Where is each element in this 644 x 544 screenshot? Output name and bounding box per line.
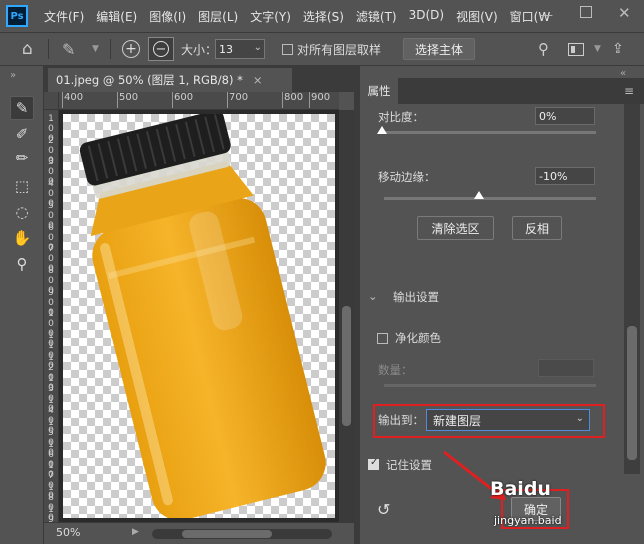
- share-icon[interactable]: ⇪: [612, 33, 624, 65]
- size-value: 13: [219, 42, 233, 56]
- output-settings-heading[interactable]: 输出设置: [393, 289, 439, 305]
- ruler-label: 800: [282, 92, 303, 108]
- menu-select[interactable]: 选择(S): [297, 8, 350, 25]
- workspace-icon[interactable]: [568, 43, 584, 56]
- document-tab-bar: 01.jpeg @ 50% (图层 1, RGB/8) * ×: [44, 66, 354, 92]
- remember-settings-checkbox[interactable]: [368, 457, 379, 470]
- menu-bar: Ps 文件(F) 编辑(E) 图像(I) 图层(L) 文字(Y) 选择(S) 滤…: [0, 0, 644, 32]
- contrast-value: 0%: [539, 109, 557, 123]
- status-bar: 50% ▶: [44, 522, 354, 544]
- shift-edge-slider[interactable]: [384, 197, 596, 200]
- tools-panel: » ✎ ✐ ✏ ⬚ ◌ ✋ ⚲: [0, 66, 44, 544]
- amount-input: [538, 359, 594, 377]
- canvas-vertical-scrollbar[interactable]: [339, 110, 354, 522]
- ruler-label: 1 9 0 0: [48, 504, 54, 522]
- invert-button[interactable]: 反相: [512, 216, 562, 240]
- menu-items: 文件(F) 编辑(E) 图像(I) 图层(L) 文字(Y) 选择(S) 滤镜(T…: [38, 8, 556, 25]
- shift-edge-label: 移动边缘：: [378, 170, 436, 184]
- reset-icon[interactable]: ↺: [377, 500, 390, 519]
- maximize-icon[interactable]: [580, 6, 592, 18]
- sample-all-layers-label: 对所有图层取样: [297, 42, 382, 57]
- horizontal-ruler: 400 500 600 700 800 900: [59, 92, 339, 110]
- home-icon[interactable]: ⌂: [22, 33, 33, 65]
- hand-tool-icon[interactable]: ✋: [10, 226, 34, 250]
- size-input[interactable]: 13 ⌄: [215, 39, 265, 59]
- sample-all-layers-checkbox[interactable]: [282, 44, 293, 55]
- shift-edge-input[interactable]: -10%: [535, 167, 595, 185]
- menu-layer[interactable]: 图层(L): [192, 8, 244, 25]
- canvas-horizontal-scrollbar[interactable]: [152, 529, 332, 539]
- menu-file[interactable]: 文件(F): [38, 8, 90, 25]
- add-to-selection-icon[interactable]: +: [122, 40, 140, 58]
- menu-3d[interactable]: 3D(D): [403, 8, 450, 25]
- scrollbar-thumb[interactable]: [627, 326, 637, 460]
- photoshop-logo-icon: Ps: [6, 5, 28, 27]
- zoom-tool-icon[interactable]: ⚲: [10, 252, 34, 276]
- subtract-from-selection-button[interactable]: −: [148, 37, 174, 61]
- transparent-canvas[interactable]: [63, 114, 335, 518]
- annotation-highlight-box: [373, 404, 605, 438]
- chevron-down-icon[interactable]: ⌄: [254, 42, 262, 53]
- menu-type[interactable]: 文字(Y): [244, 8, 297, 25]
- collapse-icon[interactable]: »: [10, 70, 16, 81]
- ruler-label: 900: [309, 92, 330, 108]
- document-tab[interactable]: 01.jpeg @ 50% (图层 1, RGB/8) * ×: [48, 68, 292, 92]
- search-icon[interactable]: ⚲: [538, 33, 549, 65]
- divider: [48, 39, 49, 59]
- document-tab-title: 01.jpeg @ 50% (图层 1, RGB/8) *: [56, 73, 243, 87]
- ruler-label: 400: [62, 92, 83, 108]
- tab-properties[interactable]: 属性: [360, 78, 398, 104]
- chevron-down-icon[interactable]: ▼: [92, 33, 99, 65]
- contrast-slider[interactable]: [380, 131, 596, 134]
- decontaminate-colors-label: 净化颜色: [395, 331, 441, 345]
- amount-label: 数量：: [378, 363, 413, 377]
- size-label: 大小：: [181, 42, 218, 57]
- contrast-slider-thumb[interactable]: [377, 126, 387, 134]
- menu-filter[interactable]: 滤镜(T): [350, 8, 403, 25]
- quick-selection-tool-icon[interactable]: ✎: [10, 96, 34, 120]
- chevron-down-icon[interactable]: ⌄: [368, 289, 378, 303]
- panel-tab-bar: 属性 ≡: [360, 78, 644, 104]
- brush-tool-icon[interactable]: ✏: [10, 146, 34, 170]
- ruler-label: 600: [172, 92, 193, 108]
- shift-edge-value: -10%: [539, 169, 568, 183]
- shift-edge-slider-thumb[interactable]: [474, 191, 485, 199]
- scrollbar-thumb[interactable]: [342, 306, 351, 426]
- vertical-ruler: 1 0 02 0 03 0 04 0 05 0 06 0 07 0 08 0 0…: [44, 110, 59, 522]
- ruler-corner: [44, 92, 59, 110]
- remember-settings-label: 记住设置: [386, 458, 432, 472]
- options-bar: ⌂ ✎ ▼ + − 大小： 13 ⌄ 对所有图层取样 选择主体 ⚲ ▼ ⇪: [0, 32, 644, 66]
- panel-scrollbar[interactable]: [624, 104, 640, 474]
- watermark-text: jingyan.baid: [494, 514, 562, 527]
- lasso-tool-icon[interactable]: ◌: [10, 200, 34, 224]
- ruler-label: 700: [227, 92, 248, 108]
- decontaminate-colors-checkbox[interactable]: [377, 333, 388, 344]
- object-selection-icon[interactable]: ⬚: [10, 174, 34, 198]
- subtract-icon: −: [153, 41, 169, 57]
- amount-slider: [384, 384, 596, 387]
- brush-preset-icon[interactable]: ✎: [62, 33, 75, 65]
- menu-image[interactable]: 图像(I): [143, 8, 192, 25]
- zoom-level[interactable]: 50%: [56, 526, 80, 539]
- select-subject-button[interactable]: 选择主体: [403, 38, 475, 60]
- minimize-icon[interactable]: —: [540, 8, 554, 23]
- refine-edge-brush-icon[interactable]: ✐: [10, 122, 34, 146]
- contrast-label: 对比度：: [378, 110, 424, 124]
- baidu-watermark-logo: Baidu: [490, 478, 551, 500]
- ruler-label: 500: [117, 92, 138, 108]
- divider: [110, 39, 111, 59]
- menu-edit[interactable]: 编辑(E): [90, 8, 143, 25]
- chevron-down-icon[interactable]: ▼: [594, 33, 601, 65]
- clear-selection-button[interactable]: 清除选区: [417, 216, 494, 240]
- panel-menu-icon[interactable]: ≡: [624, 84, 634, 98]
- contrast-input[interactable]: 0%: [535, 107, 595, 125]
- chevron-right-icon[interactable]: ▶: [132, 527, 139, 537]
- close-icon[interactable]: ✕: [618, 4, 631, 22]
- close-icon[interactable]: ×: [253, 73, 263, 87]
- canvas-area[interactable]: [59, 110, 339, 522]
- juice-bottle-image: [79, 114, 326, 518]
- scrollbar-thumb[interactable]: [182, 530, 272, 538]
- menu-view[interactable]: 视图(V): [450, 8, 504, 25]
